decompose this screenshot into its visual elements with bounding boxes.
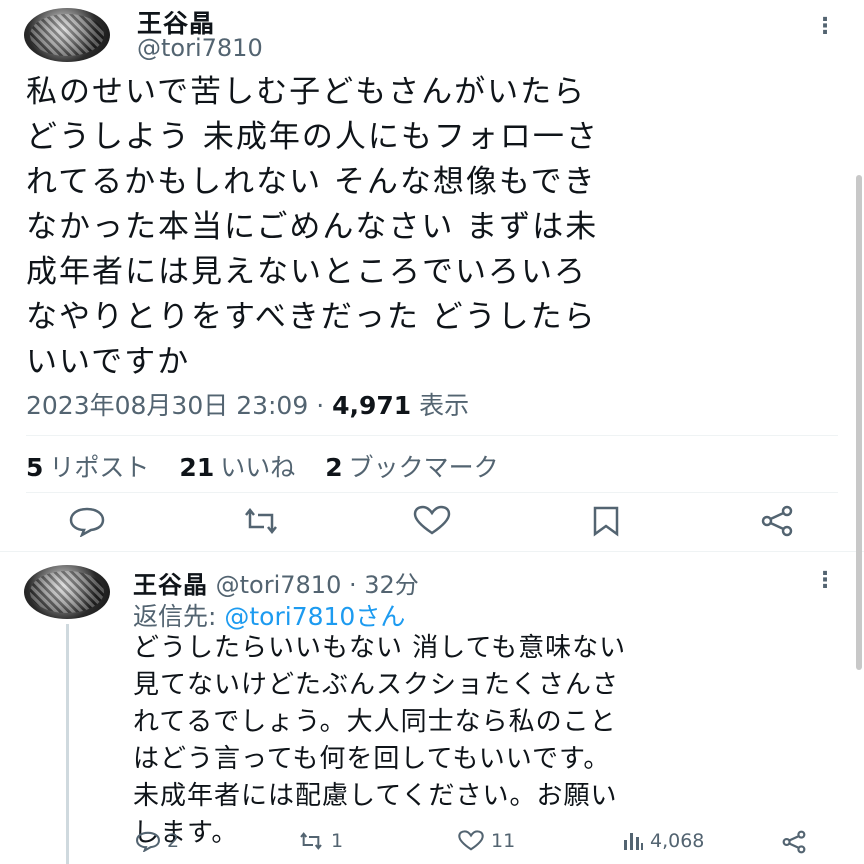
author-handle[interactable]: @tori7810 bbox=[137, 34, 263, 62]
bookmarks-stat[interactable]: 2 ブックマーク bbox=[325, 448, 498, 484]
tweet-text-line: なやりとりをすべきだった どうしたら bbox=[26, 299, 597, 335]
timestamp[interactable]: 2023年08月30日 23:09 bbox=[26, 391, 308, 420]
likes-count: 21 bbox=[179, 453, 215, 482]
reply-replies-action[interactable]: 2 bbox=[135, 830, 179, 852]
author-name[interactable]: 王谷晶 bbox=[133, 571, 208, 599]
like-icon bbox=[458, 830, 484, 851]
likes-count: 11 bbox=[491, 830, 516, 852]
share-icon[interactable] bbox=[780, 830, 808, 858]
thread-line bbox=[66, 624, 69, 864]
reply-header: 王谷晶 @tori7810 · 32分 bbox=[133, 565, 419, 600]
bookmarks-count: 2 bbox=[325, 453, 343, 482]
share-icon[interactable] bbox=[758, 505, 796, 537]
reply-to-prefix: 返信先: bbox=[133, 602, 225, 631]
reply-likes-action[interactable]: 11 bbox=[457, 830, 515, 852]
reply-text-line: 未成年者には配慮してください。お願い bbox=[133, 781, 618, 811]
divider bbox=[26, 492, 838, 493]
reposts-stat[interactable]: 5 リポスト bbox=[26, 448, 149, 484]
more-options-icon[interactable]: ⋮ bbox=[814, 14, 836, 39]
like-icon[interactable] bbox=[412, 505, 452, 537]
repost-icon[interactable] bbox=[240, 505, 282, 537]
views-label: 表示 bbox=[419, 391, 470, 420]
likes-label: いいね bbox=[220, 453, 296, 482]
tweet-text-line: どうしよう 未成年の人にもフォロ一さ bbox=[26, 119, 599, 155]
tweet-meta: 2023年08月30日 23:09 · 4,971 表示 bbox=[26, 386, 469, 422]
views-count: 4,971 bbox=[332, 391, 412, 420]
more-options-icon[interactable]: ⋮ bbox=[814, 568, 836, 593]
tweet-text-line: いいですか bbox=[26, 344, 191, 380]
divider bbox=[26, 435, 838, 436]
views-count: 4,068 bbox=[650, 830, 705, 852]
reply-to-line: 返信先: @tori7810さん bbox=[133, 597, 405, 633]
replies-count: 2 bbox=[167, 830, 180, 852]
reply-text-line: れてるでしょう。大人同士なら私のこと bbox=[133, 707, 617, 737]
tweet-text-line: れてるかもしれない そんな想像もでき bbox=[26, 164, 597, 200]
analytics-icon bbox=[624, 833, 643, 850]
meta-separator: · bbox=[316, 391, 325, 420]
reposts-label: リポスト bbox=[49, 453, 150, 482]
bookmark-icon[interactable] bbox=[590, 505, 622, 537]
reply-views-action[interactable]: 4,068 bbox=[622, 830, 704, 852]
avatar[interactable] bbox=[24, 8, 110, 62]
tweet-stats: 5 リポスト 21 いいね 2 ブックマーク bbox=[26, 448, 499, 484]
reposts-count: 1 bbox=[331, 830, 344, 852]
likes-stat[interactable]: 21 いいね bbox=[179, 448, 295, 484]
avatar[interactable] bbox=[24, 565, 110, 619]
reply-icon[interactable] bbox=[68, 505, 106, 538]
divider bbox=[0, 551, 864, 552]
reply-to-handle-link[interactable]: @tori7810さん bbox=[224, 602, 405, 631]
reply-text: どうしたらいいもない 消しても意味ない 見てないけどたぶんスクショたくさんさ れ… bbox=[133, 630, 833, 852]
repost-icon bbox=[300, 832, 322, 850]
tweet-text-line: なかった本当にごめんなさい まずは未 bbox=[26, 209, 599, 245]
reply-text-line: 見てないけどたぶんスクショたくさんさ bbox=[133, 670, 620, 700]
bookmarks-label: ブックマーク bbox=[348, 453, 499, 482]
tweet-text: 私のせいで苦しむ子どもさんがいたら どうしよう 未成年の人にもフォロ一さ れてる… bbox=[26, 70, 826, 385]
scrollbar[interactable] bbox=[856, 175, 862, 670]
tweet-text-line: 私のせいで苦しむ子どもさんがいたら bbox=[26, 74, 587, 110]
reposts-count: 5 bbox=[26, 453, 44, 482]
reply-icon bbox=[136, 831, 160, 852]
author-handle-time[interactable]: @tori7810 · 32分 bbox=[216, 571, 419, 599]
reply-text-line: はどう言っても何を回してもいいです。 bbox=[133, 744, 611, 774]
tweet-text-line: 成年者には見えないところでいろいろ bbox=[26, 254, 587, 290]
reply-text-line: どうしたらいいもない 消しても意味ない bbox=[133, 633, 627, 663]
reply-reposts-action[interactable]: 1 bbox=[297, 830, 343, 852]
